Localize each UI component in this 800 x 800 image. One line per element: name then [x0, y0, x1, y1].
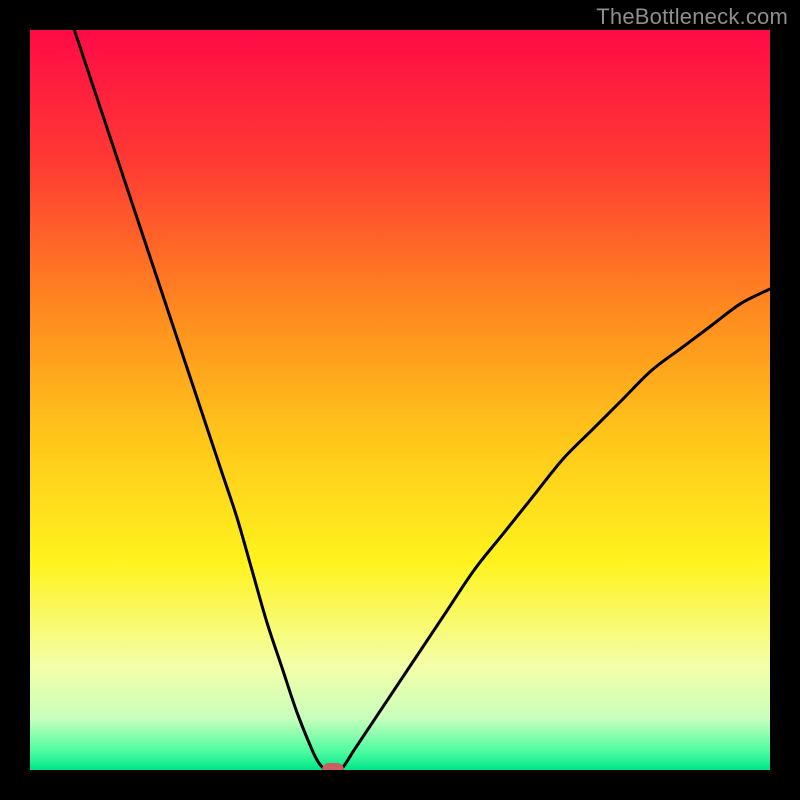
watermark-text: TheBottleneck.com: [596, 4, 788, 30]
plot-area: [30, 30, 770, 770]
chart-frame: TheBottleneck.com: [0, 0, 800, 800]
bottleneck-curve: [30, 30, 770, 770]
optimal-marker: [322, 763, 344, 770]
